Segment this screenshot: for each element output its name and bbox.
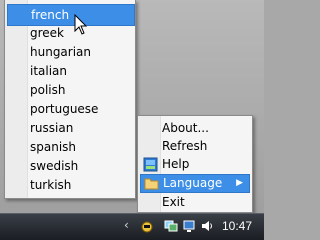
menu-item-label: Exit [162,195,185,209]
taskbar-clock[interactable]: 10:47 [222,219,252,233]
menu-item-help[interactable]: Help [140,155,250,174]
mouse-cursor-icon [74,14,88,35]
menu-item-exit[interactable]: Exit [140,193,250,212]
menu-item-label: About... [162,121,209,135]
language-item-label: hungarian [30,45,92,59]
language-item-label: polish [30,83,66,97]
language-submenu: french greek hungarian italian polish po… [4,0,136,199]
menu-item-label: Help [162,157,190,171]
language-item-label: swedish [30,159,79,173]
network-icon[interactable] [164,219,178,233]
language-item-label: greek [30,26,65,40]
language-item-label: turkish [30,178,72,192]
submenu-arrow-icon: ▶ [236,178,243,188]
language-item-label: russian [30,121,74,135]
tray-app-icon[interactable] [140,219,154,233]
monitor-icon[interactable] [182,219,196,233]
show-hidden-chevron-icon[interactable]: ‹ [124,218,129,232]
taskbar: ‹ 10:47 [0,213,264,240]
volume-icon[interactable] [200,219,214,233]
menu-item-refresh[interactable]: Refresh [140,137,250,156]
language-item-turkish[interactable]: turkish [7,174,135,196]
folder-icon [144,178,159,190]
tray-context-menu: About... Refresh Help Language ▶ Exit [137,115,253,213]
language-item-label: italian [30,64,68,78]
language-item-label: portuguese [30,102,99,116]
menu-item-language[interactable]: Language ▶ [140,174,250,193]
help-icon [143,157,158,172]
menu-item-label: Language [163,176,223,190]
language-item-label: spanish [30,140,77,154]
language-item-label: french [31,8,70,22]
menu-item-about[interactable]: About... [140,119,250,138]
menu-item-label: Refresh [162,139,208,153]
